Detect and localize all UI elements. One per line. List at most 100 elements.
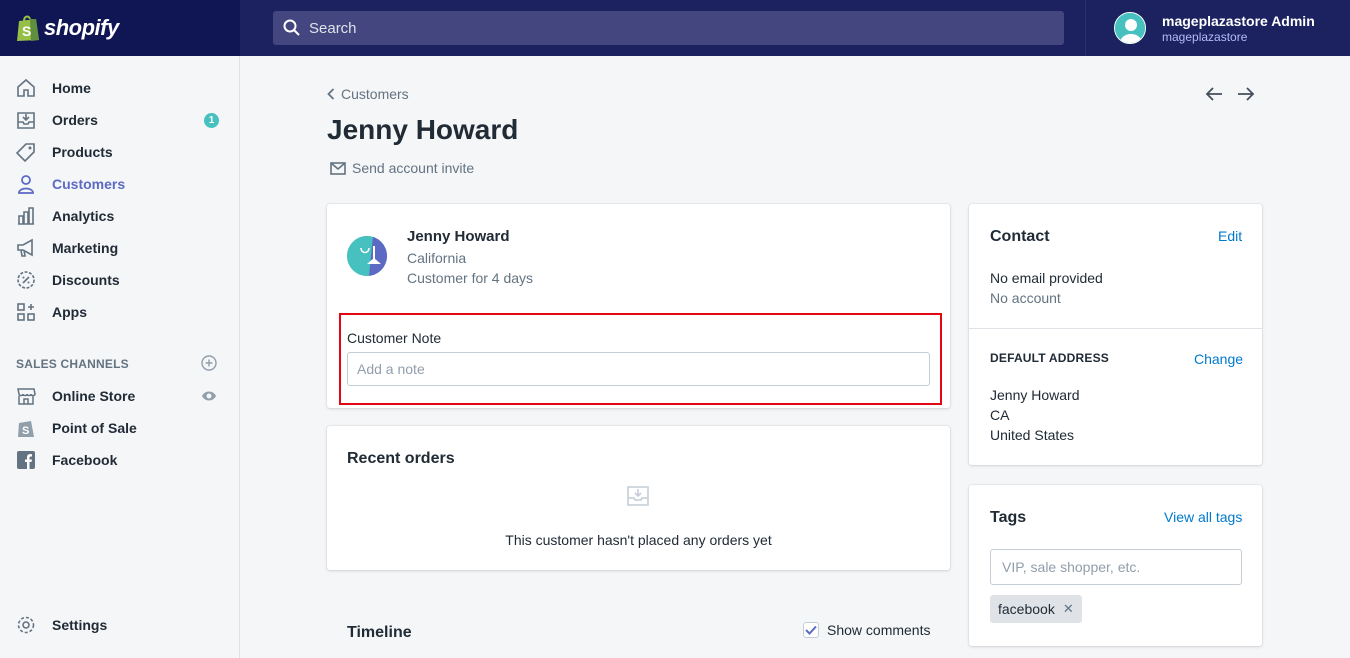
orders-count-badge: 1 (204, 113, 219, 128)
customer-overview-card: Jenny Howard California Customer for 4 d… (327, 204, 950, 408)
user-avatar-icon (1115, 13, 1145, 43)
sidebar-item-label: Facebook (52, 452, 118, 468)
sidebar-item-settings[interactable]: Settings (0, 609, 239, 641)
customer-avatar (347, 236, 387, 276)
contact-account: No account (990, 290, 1061, 306)
tags-title: Tags (990, 509, 1027, 526)
user-menu[interactable]: mageplazastore Admin mageplazastore (1114, 12, 1315, 44)
sidebar-item-products[interactable]: Products (0, 136, 239, 168)
bar-chart-icon (16, 206, 36, 226)
sidebar-item-label: Customers (52, 176, 126, 192)
orders-icon (16, 110, 36, 130)
tag-chip: facebook ✕ (990, 595, 1082, 623)
view-all-tags-link[interactable]: View all tags (1164, 509, 1242, 525)
sidebar-item-label: Home (52, 80, 91, 96)
previous-arrow-icon[interactable] (1205, 86, 1223, 102)
tags-input[interactable] (990, 549, 1242, 585)
sidebar-item-label: Discounts (52, 272, 120, 288)
pagination (1205, 86, 1255, 102)
envelope-icon (330, 161, 346, 175)
divider (969, 328, 1262, 329)
customer-avatar-icon (347, 236, 387, 276)
sidebar-item-label: Products (52, 144, 113, 160)
customer-name: Jenny Howard (407, 228, 510, 245)
show-comments-toggle[interactable]: Show comments (803, 622, 930, 638)
chevron-left-icon (327, 88, 335, 100)
address-line: United States (990, 427, 1075, 443)
customer-note-label: Customer Note (347, 330, 442, 346)
checkmark-icon (805, 625, 817, 635)
svg-text:S: S (22, 23, 31, 39)
recent-orders-card: Recent orders This customer hasn't place… (327, 426, 950, 570)
sidebar-item-discounts[interactable]: Discounts (0, 264, 239, 296)
top-bar: S shopify Search mageplazastore Admin ma… (0, 0, 1350, 56)
user-name: mageplazastore Admin (1162, 12, 1315, 29)
tag-icon (16, 142, 36, 162)
store-icon (16, 386, 36, 406)
customer-location: California (407, 250, 467, 266)
next-arrow-icon[interactable] (1237, 86, 1255, 102)
empty-orders-icon (627, 486, 649, 506)
show-comments-checkbox[interactable] (803, 622, 819, 638)
megaphone-icon (16, 238, 36, 258)
sidebar-item-marketing[interactable]: Marketing (0, 232, 239, 264)
shopify-bag-icon: S (16, 418, 36, 438)
sidebar-item-label: Marketing (52, 240, 119, 256)
sales-channels-heading: SALES CHANNELS (16, 357, 129, 371)
user-store: mageplazastore (1162, 29, 1248, 44)
sidebar-item-orders[interactable]: Orders 1 (0, 104, 239, 136)
view-store-eye-icon[interactable] (201, 389, 217, 403)
sidebar-item-label: Point of Sale (52, 420, 137, 436)
topbar-divider (1085, 0, 1086, 56)
shopify-bag-icon: S (17, 15, 39, 41)
add-channel-icon[interactable] (201, 355, 217, 371)
sidebar-item-label: Settings (52, 617, 108, 633)
change-address-link[interactable]: Change (1194, 351, 1243, 367)
contact-card: Contact Edit No email provided No accoun… (969, 204, 1262, 465)
breadcrumb-label: Customers (341, 86, 409, 102)
no-orders-message: This customer hasn't placed any orders y… (505, 532, 772, 548)
tag-label: facebook (998, 601, 1055, 617)
show-comments-label: Show comments (827, 622, 931, 638)
address-line: Jenny Howard (990, 387, 1080, 403)
search-bar[interactable]: Search (273, 11, 1064, 45)
gear-icon (16, 615, 36, 635)
home-icon (16, 78, 36, 98)
customer-note-input[interactable] (347, 352, 930, 386)
person-icon (16, 174, 36, 194)
brand-name: shopify (44, 15, 119, 40)
customer-since: Customer for 4 days (407, 270, 534, 286)
tags-card: Tags View all tags facebook ✕ (969, 485, 1262, 646)
breadcrumb[interactable]: Customers (327, 86, 409, 102)
address-line: CA (990, 407, 1010, 423)
search-icon (283, 19, 300, 36)
sidebar-item-label: Analytics (52, 208, 115, 224)
sidebar-item-home[interactable]: Home (0, 72, 239, 104)
sidebar-item-customers[interactable]: Customers (0, 168, 239, 200)
sidebar-item-facebook[interactable]: Facebook (0, 444, 239, 476)
send-invite-label: Send account invite (352, 160, 475, 176)
shopify-logo[interactable]: S shopify (0, 0, 240, 56)
sidebar-item-label: Online Store (52, 388, 136, 404)
edit-contact-link[interactable]: Edit (1218, 228, 1242, 244)
contact-email: No email provided (990, 270, 1103, 286)
page-title: Jenny Howard (327, 114, 519, 145)
sidebar-item-apps[interactable]: Apps (0, 296, 239, 328)
facebook-icon (16, 450, 36, 470)
search-placeholder: Search (309, 19, 357, 37)
timeline-title: Timeline (347, 624, 412, 641)
sidebar-item-analytics[interactable]: Analytics (0, 200, 239, 232)
avatar (1114, 12, 1146, 44)
discount-icon (16, 270, 36, 290)
remove-tag-icon[interactable]: ✕ (1063, 601, 1074, 617)
sidebar-item-point-of-sale[interactable]: S Point of Sale (0, 412, 239, 444)
main-content: Customers Jenny Howard Send account invi… (240, 56, 1350, 658)
sidebar-item-label: Apps (52, 304, 87, 320)
contact-title: Contact (990, 228, 1050, 245)
sidebar-item-label: Orders (52, 112, 98, 128)
send-invite-button[interactable]: Send account invite (330, 160, 474, 176)
default-address-heading: DEFAULT ADDRESS (990, 351, 1110, 365)
recent-orders-title: Recent orders (347, 450, 455, 467)
sidebar: Home Orders 1 Products Customers Analyti… (0, 56, 240, 658)
apps-icon (16, 302, 36, 322)
